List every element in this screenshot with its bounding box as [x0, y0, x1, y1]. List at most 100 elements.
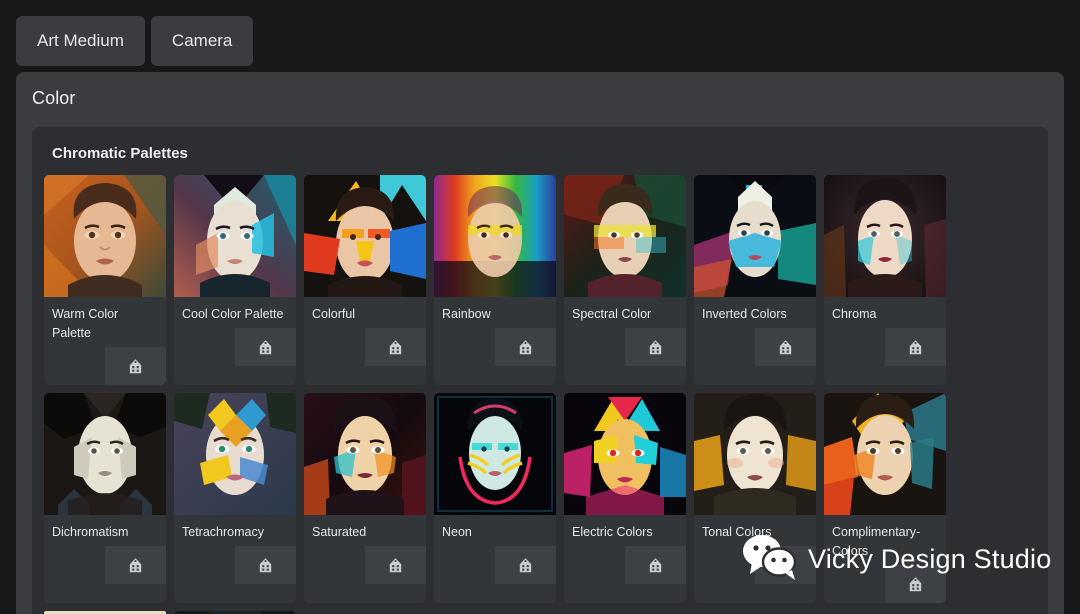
- palette-card[interactable]: Warm Color Palette: [44, 175, 166, 385]
- card-action-left[interactable]: [824, 565, 885, 603]
- palette-card-label: Tetrachromacy: [174, 515, 296, 546]
- palette-card-label: Inverted Colors: [694, 297, 816, 328]
- palette-thumbnail[interactable]: [434, 175, 556, 297]
- group-title: Chromatic Palettes: [52, 145, 188, 162]
- palette-card[interactable]: Colorful: [304, 175, 426, 385]
- card-action-left[interactable]: [564, 328, 625, 366]
- building-icon: [517, 557, 534, 574]
- card-action-left[interactable]: [174, 546, 235, 584]
- building-icon: [127, 358, 144, 375]
- palette-card-label: Electric Colors: [564, 515, 686, 546]
- palette-card-label: Dichromatism: [44, 515, 166, 546]
- palette-thumbnail[interactable]: [304, 175, 426, 297]
- palette-card-actions: [44, 546, 166, 584]
- palette-card[interactable]: Chroma: [824, 175, 946, 385]
- palette-thumbnail[interactable]: [174, 393, 296, 515]
- card-action-left[interactable]: [564, 546, 625, 584]
- palette-thumbnail[interactable]: [824, 175, 946, 297]
- palette-card[interactable]: Complimentary-Colors: [824, 393, 946, 603]
- palette-thumbnail[interactable]: [174, 175, 296, 297]
- building-icon: [387, 557, 404, 574]
- color-panel: Color Chromatic Palettes Warm Color Pale…: [16, 72, 1064, 614]
- building-icon-button[interactable]: [625, 546, 686, 584]
- card-action-left[interactable]: [304, 546, 365, 584]
- building-icon: [257, 557, 274, 574]
- palette-card-actions: [304, 328, 426, 366]
- building-icon-button[interactable]: [235, 328, 296, 366]
- building-icon: [517, 339, 534, 356]
- palette-card-label: Rainbow: [434, 297, 556, 328]
- palette-card-actions: [824, 565, 946, 603]
- palette-thumbnail[interactable]: [824, 393, 946, 515]
- palette-card-label: Spectral Color: [564, 297, 686, 328]
- card-action-left[interactable]: [174, 328, 235, 366]
- building-icon-button[interactable]: [235, 546, 296, 584]
- building-icon: [777, 557, 794, 574]
- building-icon-button[interactable]: [755, 546, 816, 584]
- building-icon-button[interactable]: [885, 565, 946, 603]
- tab-camera[interactable]: Camera: [150, 16, 254, 66]
- building-icon: [647, 557, 664, 574]
- palette-card[interactable]: Cool Color Palette: [174, 175, 296, 385]
- card-action-left[interactable]: [304, 328, 365, 366]
- building-icon-button[interactable]: [105, 347, 166, 385]
- building-icon: [907, 339, 924, 356]
- building-icon: [777, 339, 794, 356]
- app-window: Art Medium Camera Color Chromatic Palett…: [0, 0, 1080, 614]
- palette-thumbnail[interactable]: [564, 175, 686, 297]
- palette-card-actions: [304, 546, 426, 584]
- palette-card[interactable]: Rainbow: [434, 175, 556, 385]
- palette-card-label: Complimentary-Colors: [824, 515, 946, 565]
- palette-thumbnail[interactable]: [44, 175, 166, 297]
- palette-card-label: Chroma: [824, 297, 946, 328]
- building-icon-button[interactable]: [495, 328, 556, 366]
- panel-title: Color: [32, 88, 76, 108]
- palette-card[interactable]: Neon: [434, 393, 556, 603]
- palette-thumbnail[interactable]: [694, 393, 816, 515]
- building-icon: [257, 339, 274, 356]
- tab-art-medium[interactable]: Art Medium: [16, 16, 145, 66]
- palette-card[interactable]: Spectral Color: [564, 175, 686, 385]
- card-action-left[interactable]: [44, 546, 105, 584]
- building-icon-button[interactable]: [365, 546, 426, 584]
- card-action-left[interactable]: [434, 546, 495, 584]
- building-icon-button[interactable]: [105, 546, 166, 584]
- palette-grid: Warm Color Palette Cool Color Palette Co…: [44, 175, 1036, 614]
- palette-thumbnail[interactable]: [564, 393, 686, 515]
- palette-card-actions: [694, 546, 816, 584]
- palette-card-actions: [174, 546, 296, 584]
- card-action-left[interactable]: [694, 546, 755, 584]
- palette-card-actions: [434, 546, 556, 584]
- palette-card[interactable]: Tetrachromacy: [174, 393, 296, 603]
- palette-thumbnail[interactable]: [304, 393, 426, 515]
- palette-card-actions: [694, 328, 816, 366]
- building-icon-button[interactable]: [885, 328, 946, 366]
- building-icon-button[interactable]: [495, 546, 556, 584]
- building-icon-button[interactable]: [365, 328, 426, 366]
- building-icon-button[interactable]: [755, 328, 816, 366]
- palette-card-label: Colorful: [304, 297, 426, 328]
- palette-card[interactable]: Electric Colors: [564, 393, 686, 603]
- palette-card[interactable]: Inverted Colors: [694, 175, 816, 385]
- building-icon: [647, 339, 664, 356]
- building-icon: [387, 339, 404, 356]
- palette-card-actions: [174, 328, 296, 366]
- palette-thumbnail[interactable]: [694, 175, 816, 297]
- palette-card-label: Warm Color Palette: [44, 297, 166, 347]
- palette-card[interactable]: Tonal Colors: [694, 393, 816, 603]
- palette-card-actions: [564, 546, 686, 584]
- palette-thumbnail[interactable]: [434, 393, 556, 515]
- card-action-left[interactable]: [434, 328, 495, 366]
- card-action-left[interactable]: [44, 347, 105, 385]
- card-action-left[interactable]: [824, 328, 885, 366]
- palette-thumbnail[interactable]: [44, 393, 166, 515]
- building-icon-button[interactable]: [625, 328, 686, 366]
- palette-card-label: Tonal Colors: [694, 515, 816, 546]
- palette-card[interactable]: Saturated: [304, 393, 426, 603]
- chromatic-palettes-group: Chromatic Palettes Warm Color Palette Co…: [32, 127, 1048, 614]
- palette-card[interactable]: Dichromatism: [44, 393, 166, 603]
- card-action-left[interactable]: [694, 328, 755, 366]
- palette-card-label: Neon: [434, 515, 556, 546]
- top-tab-bar: Art Medium Camera: [16, 16, 254, 66]
- palette-card-actions: [44, 347, 166, 385]
